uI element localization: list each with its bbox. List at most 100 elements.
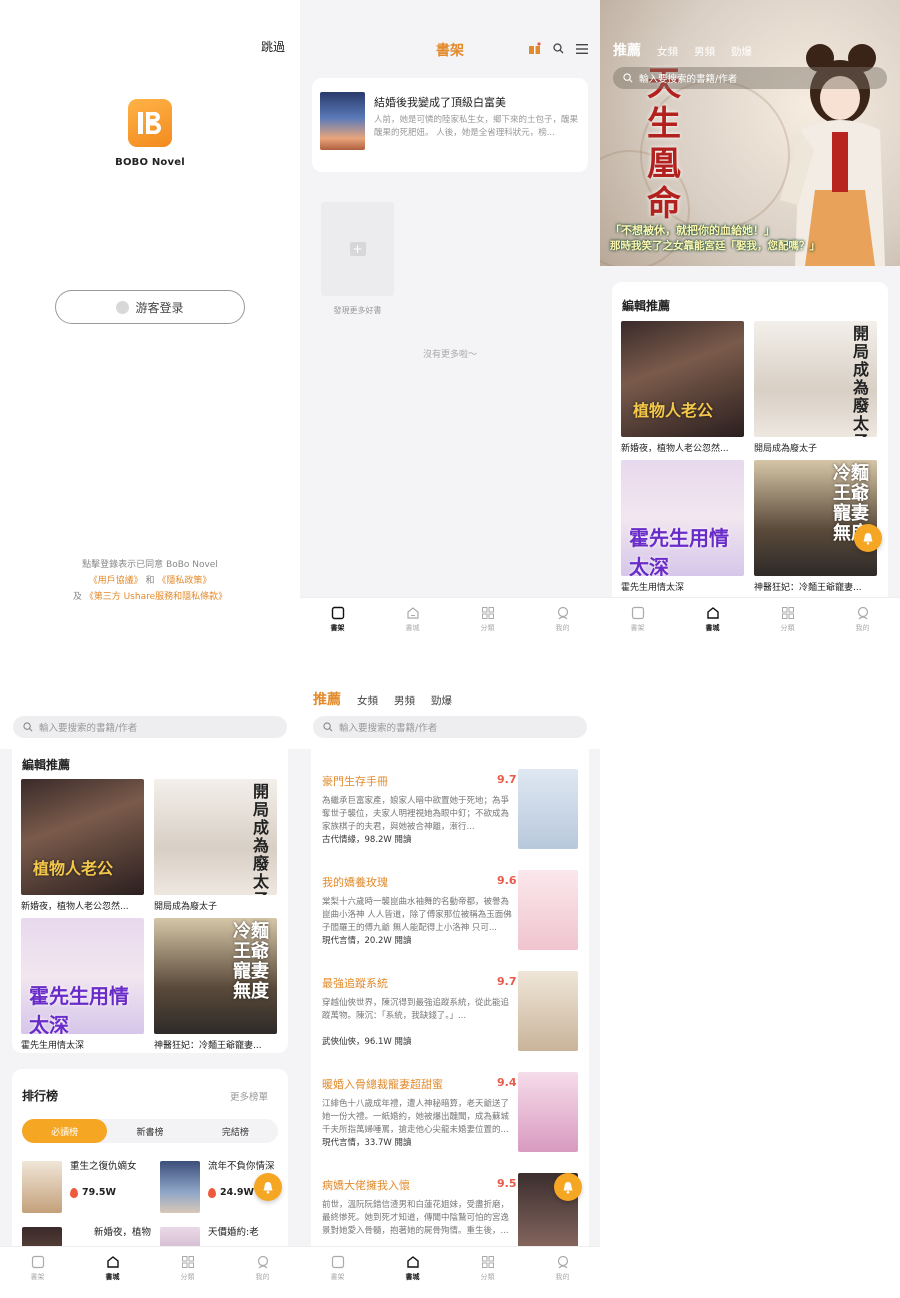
book-description: 人前，她是可憐的陸家私生女，鄉下來的土包子，醜果醜果的死肥妞。 人後，她是全省理… [374, 115, 579, 138]
book-item[interactable]: 植物人老公 新婚夜，植物人老公忽然... [21, 779, 144, 912]
book-cover [320, 92, 365, 150]
tab-label: 分類 [180, 1273, 195, 1281]
tab-category[interactable]: 分類 [450, 606, 525, 633]
score-value: 24.9W [220, 1187, 254, 1198]
tab-male[interactable]: 男頻 [394, 693, 415, 708]
privacy-policy-link[interactable]: 《隱私政策》 [157, 576, 211, 586]
tab-mine[interactable]: 我的 [825, 606, 900, 633]
guest-login-button[interactable]: 游客登录 [55, 290, 245, 324]
search-placeholder: 輸入要搜索的書籍/作者 [339, 723, 438, 734]
store-list-screen: 推薦 女頻 男頻 勁爆 輸入要搜索的書籍/作者 豪門生存手冊 9.7 為繼承巨富… [300, 649, 600, 1298]
profile-icon [557, 606, 568, 620]
book-icon [331, 1255, 344, 1269]
search-icon [623, 73, 633, 83]
cover-title: 植物人老公 [33, 859, 114, 878]
tab-mine[interactable]: 我的 [225, 1255, 300, 1282]
gift-icon[interactable] [528, 42, 541, 55]
list-item[interactable]: 病嬌大佬擁我入懷 9.5 前世，溫阮阮錯信渣男和白蓮花姐妹，受盡折磨，最終慘死。… [311, 1163, 589, 1255]
book-item[interactable]: 霍先生用情太深 霍先生用情太深 [621, 460, 744, 593]
tab-category[interactable]: 分類 [750, 606, 825, 633]
menu-icon[interactable] [576, 43, 588, 54]
tab-label: 書架 [30, 1273, 45, 1281]
flame-icon [208, 1187, 216, 1198]
add-book-label: 發現更多好書 [333, 306, 382, 315]
tab-female[interactable]: 女頻 [357, 693, 378, 708]
third-party-terms-link[interactable]: 《第三方 Ushare服務和隱私條款》 [85, 592, 227, 602]
bell-glyph-icon [563, 1181, 573, 1194]
book-cover [22, 1161, 62, 1213]
book-title: 我的嬌養玫瑰 [322, 876, 388, 889]
book-cover [518, 769, 578, 849]
book-item[interactable]: 霍先生用情太深 霍先生用情太深 [21, 918, 144, 1051]
book-cover: 植物人老公 [21, 779, 144, 895]
tab-store[interactable]: 書城 [75, 1255, 150, 1282]
user-agreement-link[interactable]: 《用戶協議》 [89, 576, 143, 586]
tab-store[interactable]: 書城 [675, 606, 750, 633]
tab-female[interactable]: 女頻 [657, 44, 678, 59]
skip-button[interactable]: 跳過 [261, 38, 285, 55]
ranking-title: 流年不負你情深 [208, 1161, 275, 1172]
book-description: 棠梨十六歲時一襲崑曲水袖舞的名動帝都，被譽為崑曲小洛神 人人皆道，除了傅家那位被… [322, 897, 512, 933]
tab-shelf[interactable]: 書架 [0, 1255, 75, 1282]
profile-icon [557, 1255, 568, 1269]
book-cover: 冷麵王爺寵妻無度 [154, 918, 277, 1034]
banner-caption-2: 那時我笑了之女靠能宮廷「娶我，您配嗎？」 [610, 240, 820, 252]
list-item[interactable]: 最強追蹤系統 9.7 穿越仙俠世界，陳沉得到最強追蹤系統，從此能追蹤萬物。陳沉：… [311, 961, 589, 1053]
bell-icon[interactable] [854, 524, 882, 552]
tab-hot[interactable]: 勁爆 [731, 44, 752, 59]
tab-category[interactable]: 分類 [450, 1255, 525, 1282]
book-item[interactable]: 植物人老公 新婚夜，植物人老公忽然... [621, 321, 744, 454]
list-item[interactable]: 我的嬌養玫瑰 9.6 棠梨十六歲時一襲崑曲水袖舞的名動帝都，被譽為崑曲小洛神 人… [311, 860, 589, 952]
tab-shelf[interactable]: 書架 [300, 1255, 375, 1282]
section-title: 編輯推薦 [622, 299, 671, 313]
book-title: 最強追蹤系統 [322, 977, 388, 990]
tab-male[interactable]: 男頻 [694, 44, 715, 59]
tab-hot[interactable]: 勁爆 [431, 693, 452, 708]
cover-title: 開局成為廢太子 [253, 782, 270, 896]
book-item[interactable]: 開局成為廢太子 開局成為廢太子 [754, 321, 877, 454]
guest-login-label: 游客登录 [135, 300, 184, 315]
book-score: 9.6 [497, 874, 517, 887]
book-item[interactable]: 開局成為廢太子 開局成為廢太子 [154, 779, 277, 912]
pill-must-read[interactable]: 必讀榜 [22, 1119, 108, 1143]
book-cover: 植物人老公 [621, 321, 744, 437]
tab-recommend[interactable]: 推薦 [613, 40, 641, 60]
book-item[interactable]: 冷麵王爺寵妻無度 神醫狂妃：冷麵王爺寵妻... [154, 918, 277, 1051]
tab-shelf[interactable]: 書架 [300, 606, 375, 633]
book-icon [331, 606, 344, 620]
terms-line-1: 點擊登錄表示已同意 BoBo Novel [82, 560, 218, 570]
search-icon[interactable] [553, 43, 564, 54]
book-cover [518, 1072, 578, 1152]
bell-icon[interactable] [554, 1173, 582, 1201]
tab-store[interactable]: 書城 [375, 606, 450, 633]
shelf-book-card[interactable]: 結婚後我變成了頂級白富美 人前，她是可憐的陸家私生女，鄉下來的土包子，醜果醜果的… [312, 78, 588, 172]
ranking-item[interactable]: 重生之復仇嫡女 79.5W [22, 1161, 140, 1213]
book-icon [31, 1255, 44, 1269]
search-bar[interactable]: 輸入要搜索的書籍/作者 [613, 67, 887, 89]
cover-title: 霍先生用情太深 [29, 984, 129, 1034]
search-bar[interactable]: 輸入要搜索的書籍/作者 [13, 716, 287, 738]
tab-label: 書城 [705, 624, 720, 632]
more-rankings-link[interactable]: 更多榜單 [230, 1089, 268, 1103]
bell-icon[interactable] [254, 1173, 282, 1201]
no-more-label: 沒有更多啦～ [422, 350, 477, 360]
editor-picks-card: 編輯推薦 植物人老公 新婚夜，植物人老公忽然... 開局成為廢太子 開局成為廢太… [12, 749, 288, 1053]
add-book-button[interactable]: + [321, 202, 394, 296]
tab-mine[interactable]: 我的 [525, 1255, 600, 1282]
tab-mine[interactable]: 我的 [525, 606, 600, 633]
tab-shelf[interactable]: 書架 [600, 606, 675, 633]
score-value: 79.5W [82, 1187, 116, 1198]
home-icon [106, 1256, 119, 1268]
tab-store[interactable]: 書城 [375, 1255, 450, 1282]
search-bar[interactable]: 輸入要搜索的書籍/作者 [313, 716, 587, 738]
book-name: 開局成為廢太子 [154, 902, 218, 912]
tab-category[interactable]: 分類 [150, 1255, 225, 1282]
list-item[interactable]: 暖婚入骨總裁寵妻超甜蜜 9.4 江緋色十八歲成年禮，遭人神秘暗算，老天爺送了她一… [311, 1062, 589, 1154]
tab-label: 我的 [255, 1273, 270, 1281]
tab-label: 分類 [780, 624, 795, 632]
tab-recommend[interactable]: 推薦 [313, 689, 341, 709]
pill-completed[interactable]: 完結榜 [193, 1119, 278, 1143]
bookshelf-screen: 書架 結婚後我變成了頂級白富美 人前，她是可憐的陸家私生女，鄉下來的土包子，醜果… [300, 0, 600, 649]
pill-new-books[interactable]: 新書榜 [107, 1119, 192, 1143]
list-item[interactable]: 豪門生存手冊 9.7 為繼承巨富家產，娘家人暗中欲置她于死地；為爭奪世子襲位，夫… [311, 759, 589, 851]
